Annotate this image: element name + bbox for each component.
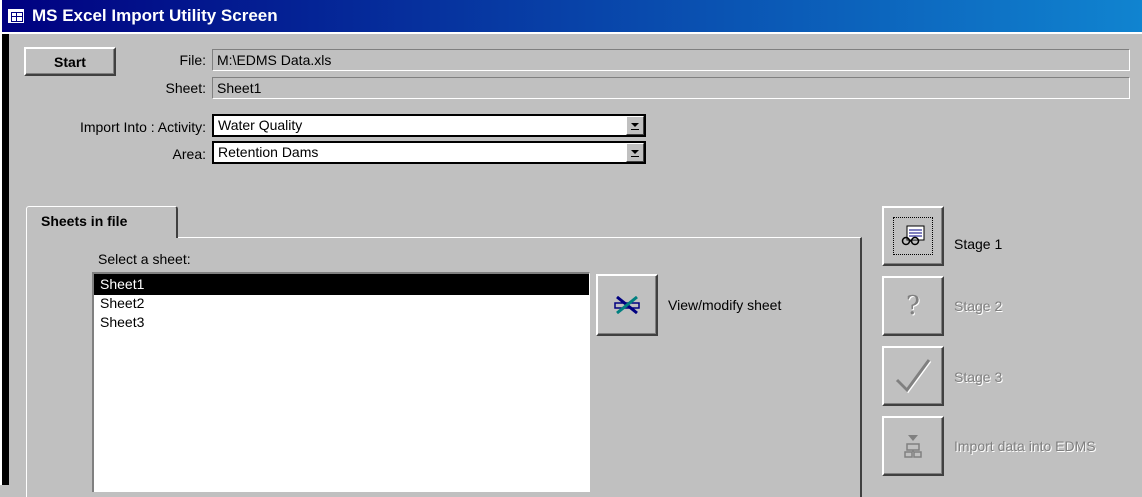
- sheet-field: Sheet1: [212, 77, 1130, 99]
- title-bar: MS Excel Import Utility Screen: [2, 0, 1142, 34]
- window-left-border: [2, 34, 9, 485]
- view-modify-sheet-button[interactable]: [596, 274, 658, 336]
- file-value: M:\EDMS Data.xls: [217, 52, 332, 68]
- activity-combobox[interactable]: Water Quality: [212, 114, 646, 137]
- sheet-label: Sheet:: [165, 80, 206, 96]
- import-utility-window: MS Excel Import Utility Screen Start Fil…: [0, 0, 1142, 497]
- select-sheet-label: Select a sheet:: [98, 251, 191, 267]
- stage2-button[interactable]: ?: [882, 276, 944, 336]
- chevron-down-icon: [631, 149, 639, 157]
- stage1-button[interactable]: [882, 206, 944, 266]
- focus-ring: [893, 217, 933, 255]
- import-data-label: Import data into EDMS: [954, 438, 1096, 454]
- list-item[interactable]: Sheet3: [94, 312, 589, 333]
- import-data-button[interactable]: [882, 416, 944, 476]
- view-modify-sheet-label: View/modify sheet: [668, 297, 782, 313]
- import-icon: [904, 435, 922, 458]
- stage2-label: Stage 2: [954, 298, 1003, 314]
- stage1-icon: [901, 225, 925, 246]
- start-button-label: Start: [54, 53, 86, 70]
- question-icon: ?: [906, 291, 920, 321]
- chevron-down-icon: [631, 122, 639, 130]
- activity-dropdown-button[interactable]: [626, 116, 644, 135]
- area-label: Area:: [172, 146, 206, 162]
- list-item[interactable]: Sheet2: [94, 293, 589, 314]
- start-button[interactable]: Start: [24, 47, 116, 76]
- tab-label: Sheets in file: [41, 213, 128, 229]
- stage3-button[interactable]: [882, 346, 944, 406]
- area-value: Retention Dams: [218, 144, 319, 160]
- file-label: File:: [179, 52, 206, 68]
- window-title: MS Excel Import Utility Screen: [32, 6, 278, 25]
- tab-sheets-in-file[interactable]: Sheets in file: [26, 206, 178, 238]
- checkmark-icon: [895, 359, 932, 394]
- activity-label: Import Into : Activity:: [79, 119, 206, 135]
- activity-value: Water Quality: [218, 117, 303, 133]
- area-combobox[interactable]: Retention Dams: [212, 141, 646, 164]
- sheet-listbox[interactable]: Sheet1 Sheet2 Sheet3: [92, 272, 590, 492]
- stage3-label: Stage 3: [954, 369, 1003, 385]
- list-item[interactable]: Sheet1: [94, 274, 589, 295]
- area-dropdown-button[interactable]: [626, 143, 644, 162]
- stage1-label: Stage 1: [954, 236, 1003, 252]
- sheet-value: Sheet1: [217, 80, 262, 96]
- form-icon: [8, 9, 24, 23]
- file-field: M:\EDMS Data.xls: [212, 49, 1130, 71]
- excel-icon: [614, 296, 640, 314]
